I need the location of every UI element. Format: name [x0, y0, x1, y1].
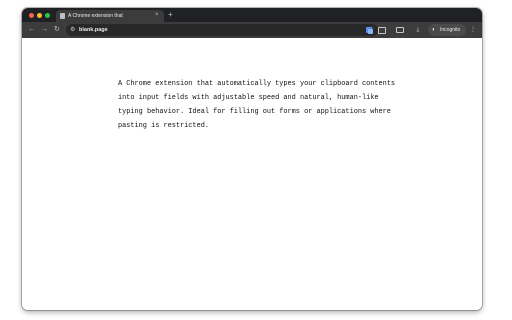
reload-icon[interactable]: ↻ — [54, 24, 60, 36]
address-bar[interactable]: ⚙ blank.page ☆ — [66, 24, 378, 36]
description-line: pasting is restricted. — [118, 122, 209, 130]
extension-icon[interactable] — [366, 27, 373, 34]
tab-close-icon[interactable]: × — [155, 11, 159, 20]
tab-title: A Chrome extension that — [68, 13, 123, 19]
incognito-label: Incognito — [440, 27, 461, 33]
extensions-puzzle-icon[interactable] — [378, 27, 386, 34]
description-line: into input fields with adjustable speed … — [118, 94, 379, 102]
browser-window: A Chrome extension that × + ← → ↻ ⚙ blan… — [22, 8, 482, 310]
back-icon[interactable]: ← — [28, 24, 35, 36]
incognito-indicator[interactable]: ◐ Incognito — [428, 24, 466, 36]
page-favicon-icon — [60, 13, 65, 19]
site-info-icon[interactable]: ⚙ — [70, 24, 75, 36]
description-line: typing behavior. Ideal for filling out f… — [118, 108, 391, 116]
browser-toolbar: ← → ↻ ⚙ blank.page ☆ ⤓ ◐ Incognito ⋮ — [22, 22, 482, 38]
forward-icon[interactable]: → — [41, 24, 48, 36]
page-content: A Chrome extension that automatically ty… — [22, 38, 482, 310]
close-window-button[interactable] — [29, 13, 34, 18]
extension-description: A Chrome extension that automatically ty… — [118, 77, 418, 133]
description-line: A Chrome extension that automatically ty… — [118, 80, 396, 88]
new-tab-icon[interactable]: + — [168, 10, 173, 20]
side-panel-icon[interactable] — [396, 27, 404, 33]
url-text[interactable]: blank.page — [79, 24, 108, 36]
incognito-icon: ◐ — [432, 27, 436, 33]
maximize-window-button[interactable] — [45, 13, 50, 18]
download-icon[interactable]: ⤓ — [414, 25, 422, 35]
active-tab[interactable]: A Chrome extension that × — [56, 10, 164, 22]
menu-icon[interactable]: ⋮ — [470, 25, 476, 35]
minimize-window-button[interactable] — [37, 13, 42, 18]
tab-strip: A Chrome extension that × + — [22, 8, 482, 22]
